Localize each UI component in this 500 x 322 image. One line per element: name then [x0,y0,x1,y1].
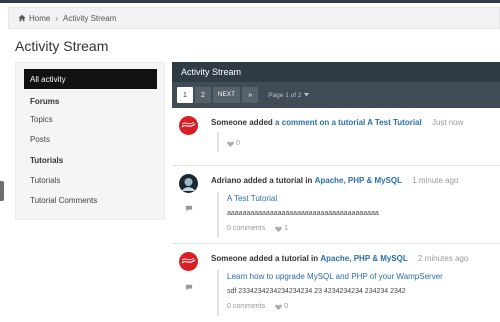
sidebar-item-posts[interactable]: Posts [24,129,157,149]
activity-summary: Someone added a comment on a tutorial A … [211,118,464,127]
activity-entry: Adriano added a tutorial in Apache, PHP … [172,166,500,242]
activity-quote: A Test Tutorial aaaaaaaaaaaaaaaaaaaaaaaa… [217,192,379,238]
sidebar-heading-forums: Forums [30,97,60,106]
coca-cola-logo-avatar[interactable] [179,116,198,135]
sidebar-toggle-handle[interactable] [0,181,4,201]
activity-category-link[interactable]: Apache, PHP & MySQL [320,254,407,263]
breadcrumb-current: Activity Stream [63,13,117,23]
sidebar-heading-tutorials: Tutorials [30,156,64,165]
activity-summary: Adriano added a tutorial in Apache, PHP … [211,176,459,185]
tutorial-excerpt: sdf 2334234234234234234 23 4234234234 23… [227,288,406,295]
sidebar-item-tutorials[interactable]: Tutorials [24,170,157,190]
next-page-button[interactable]: NEXT [213,87,241,103]
breadcrumb-separator: › [55,13,59,23]
user-avatar[interactable] [179,174,198,193]
sidebar-item-tutorial-comments[interactable]: Tutorial Comments [24,190,157,210]
page-title: Activity Stream [15,38,109,54]
breadcrumb-home-link[interactable]: Home [29,14,50,23]
page-1-button[interactable]: 1 [177,87,193,103]
activity-entry: Someone added a comment on a tutorial A … [172,108,500,164]
activity-filter-sidebar: All activity Forums Topics Posts Tutoria… [15,62,165,220]
coca-cola-logo-avatar[interactable] [179,252,198,271]
comments-count-link[interactable]: 0 comments [227,225,265,232]
tutorial-title-link[interactable]: Learn how to upgrade MySQL and PHP of yo… [227,272,443,281]
like-count[interactable]: 0 [275,303,288,310]
comment-icon[interactable] [185,284,193,291]
stream-header: Activity Stream [172,62,500,82]
top-bar [0,0,500,3]
heart-icon [275,304,282,310]
like-count-value: 0 [284,303,289,310]
page-2-button[interactable]: 2 [195,87,211,103]
like-count-value: 1 [284,225,289,232]
activity-actor: Someone added a tutorial in [211,254,319,263]
activity-time: Just now [431,118,464,127]
page-status-label: Page 1 of 2 [268,91,302,99]
sidebar-item-topics[interactable]: Topics [24,109,157,129]
heart-icon [275,226,282,232]
comments-count-link[interactable]: 0 comments [227,303,265,310]
activity-summary: Someone added a tutorial in Apache, PHP … [211,254,468,263]
activity-entry: Someone added a tutorial in Apache, PHP … [172,244,500,322]
like-count[interactable]: 0 [227,140,240,147]
comment-icon[interactable] [185,205,193,212]
heart-icon [227,141,234,147]
pagination: 1 2 NEXT » Page 1 of 2 [172,82,500,108]
activity-actor: Adriano added a tutorial in [211,176,313,185]
page-jump-dropdown[interactable]: Page 1 of 2 [268,91,310,99]
home-icon[interactable] [18,14,26,22]
activity-actor: Someone added [211,118,273,127]
caret-down-icon [304,93,310,97]
activity-target-link[interactable]: a comment on a tutorial A Test Tutorial [275,118,422,127]
activity-time: 1 minute ago [412,176,459,185]
like-count-value: 0 [236,140,240,147]
activity-stream-panel: Activity Stream 1 2 NEXT » Page 1 of 2 S… [172,62,500,322]
sidebar-item-all-activity[interactable]: All activity [24,69,157,89]
breadcrumb: Home › Activity Stream [8,7,500,29]
activity-quote: 0 [217,132,240,152]
like-count[interactable]: 1 [275,225,288,232]
activity-quote: Learn how to upgrade MySQL and PHP of yo… [217,270,443,316]
tutorial-excerpt: aaaaaaaaaaaaaaaaaaaaaaaaaaaaaaaaaaaaaaa [227,210,379,217]
activity-time: 2 minutes ago [418,254,469,263]
last-page-button[interactable]: » [242,87,259,103]
activity-category-link[interactable]: Apache, PHP & MySQL [315,176,402,185]
tutorial-title-link[interactable]: A Test Tutorial [227,194,379,203]
